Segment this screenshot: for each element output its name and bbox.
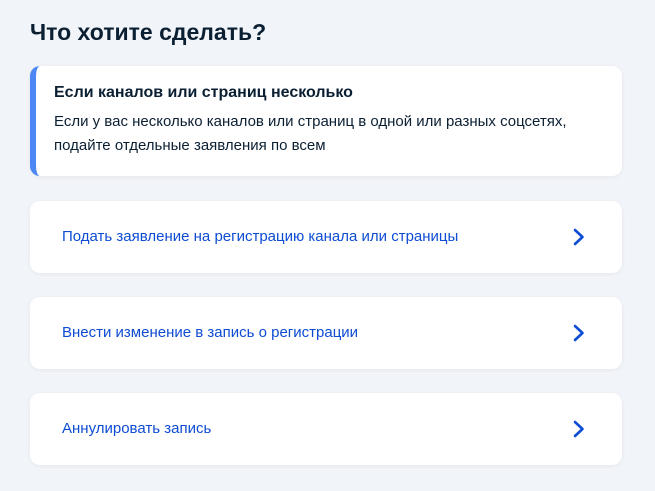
info-callout-title: Если каналов или страниц несколько bbox=[54, 84, 353, 101]
option-change-registration[interactable]: Внести изменение в запись о регистрации bbox=[30, 297, 622, 369]
chevron-right-icon bbox=[573, 324, 584, 342]
chevron-right-icon bbox=[573, 228, 584, 246]
option-label: Подать заявление на регистрацию канала и… bbox=[62, 228, 459, 245]
info-callout-text: Если у вас несколько каналов или страниц… bbox=[54, 113, 567, 154]
page-title: Что хотите сделать? bbox=[30, 19, 267, 45]
option-cancel-registration[interactable]: Аннулировать запись bbox=[30, 393, 622, 465]
info-callout: Если каналов или страниц несколько Если … bbox=[30, 66, 622, 176]
chevron-right-icon bbox=[573, 420, 584, 438]
option-label: Аннулировать запись bbox=[62, 420, 212, 437]
option-submit-registration[interactable]: Подать заявление на регистрацию канала и… bbox=[30, 201, 622, 273]
option-label: Внести изменение в запись о регистрации bbox=[62, 324, 359, 341]
